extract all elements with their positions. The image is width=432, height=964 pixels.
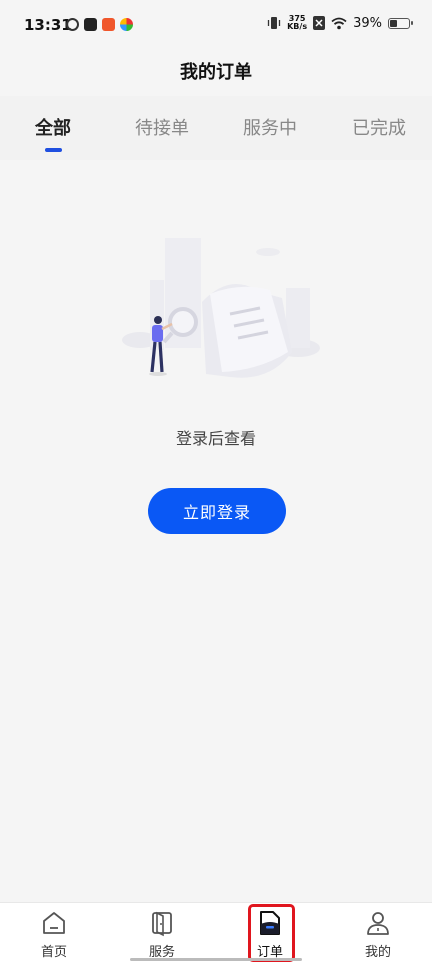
network-speed: 375 KB/s [287,15,307,31]
nav-label-home: 首页 [40,945,67,960]
empty-state-message: 登录后查看 [175,429,256,448]
battery-percent: 39% [353,15,382,31]
active-tab-indicator [45,148,62,152]
tab-in-service[interactable]: 服务中 [243,114,297,140]
orders-tab-highlight [248,904,295,962]
order-tabs: 全部 待接单 服务中 已完成 [0,96,432,160]
nav-item-home[interactable]: 首页 [14,909,94,961]
nav-item-service[interactable]: 服务 [122,909,202,961]
home-icon [43,912,65,934]
tab-all[interactable]: 全部 [35,114,71,140]
network-speed-unit: KB/s [287,22,308,31]
status-bar: 13:31 375 KB/s 39% [0,0,432,52]
wifi-icon [331,17,347,29]
orange-app-icon [102,18,115,31]
status-time: 13:31 [24,16,72,34]
no-sim-icon [313,16,326,30]
service-door-icon [152,911,172,937]
login-button[interactable]: 立即登录 [148,488,286,534]
app-notification-icon [66,18,79,31]
tab-pending[interactable]: 待接单 [135,114,189,140]
battery-icon [388,17,413,29]
tab-completed[interactable]: 已完成 [352,114,406,140]
page-title: 我的订单 [180,62,252,83]
home-indicator [130,958,302,961]
empty-orders-illustration [122,238,320,378]
video-app-icon [84,18,97,31]
nav-label-profile: 我的 [364,945,391,960]
profile-icon [367,912,389,935]
bottom-navigation: 首页 服务 订单 我的 [0,902,432,964]
vibrate-icon [267,17,281,29]
nav-item-profile[interactable]: 我的 [338,909,418,961]
color-app-icon [120,18,133,31]
